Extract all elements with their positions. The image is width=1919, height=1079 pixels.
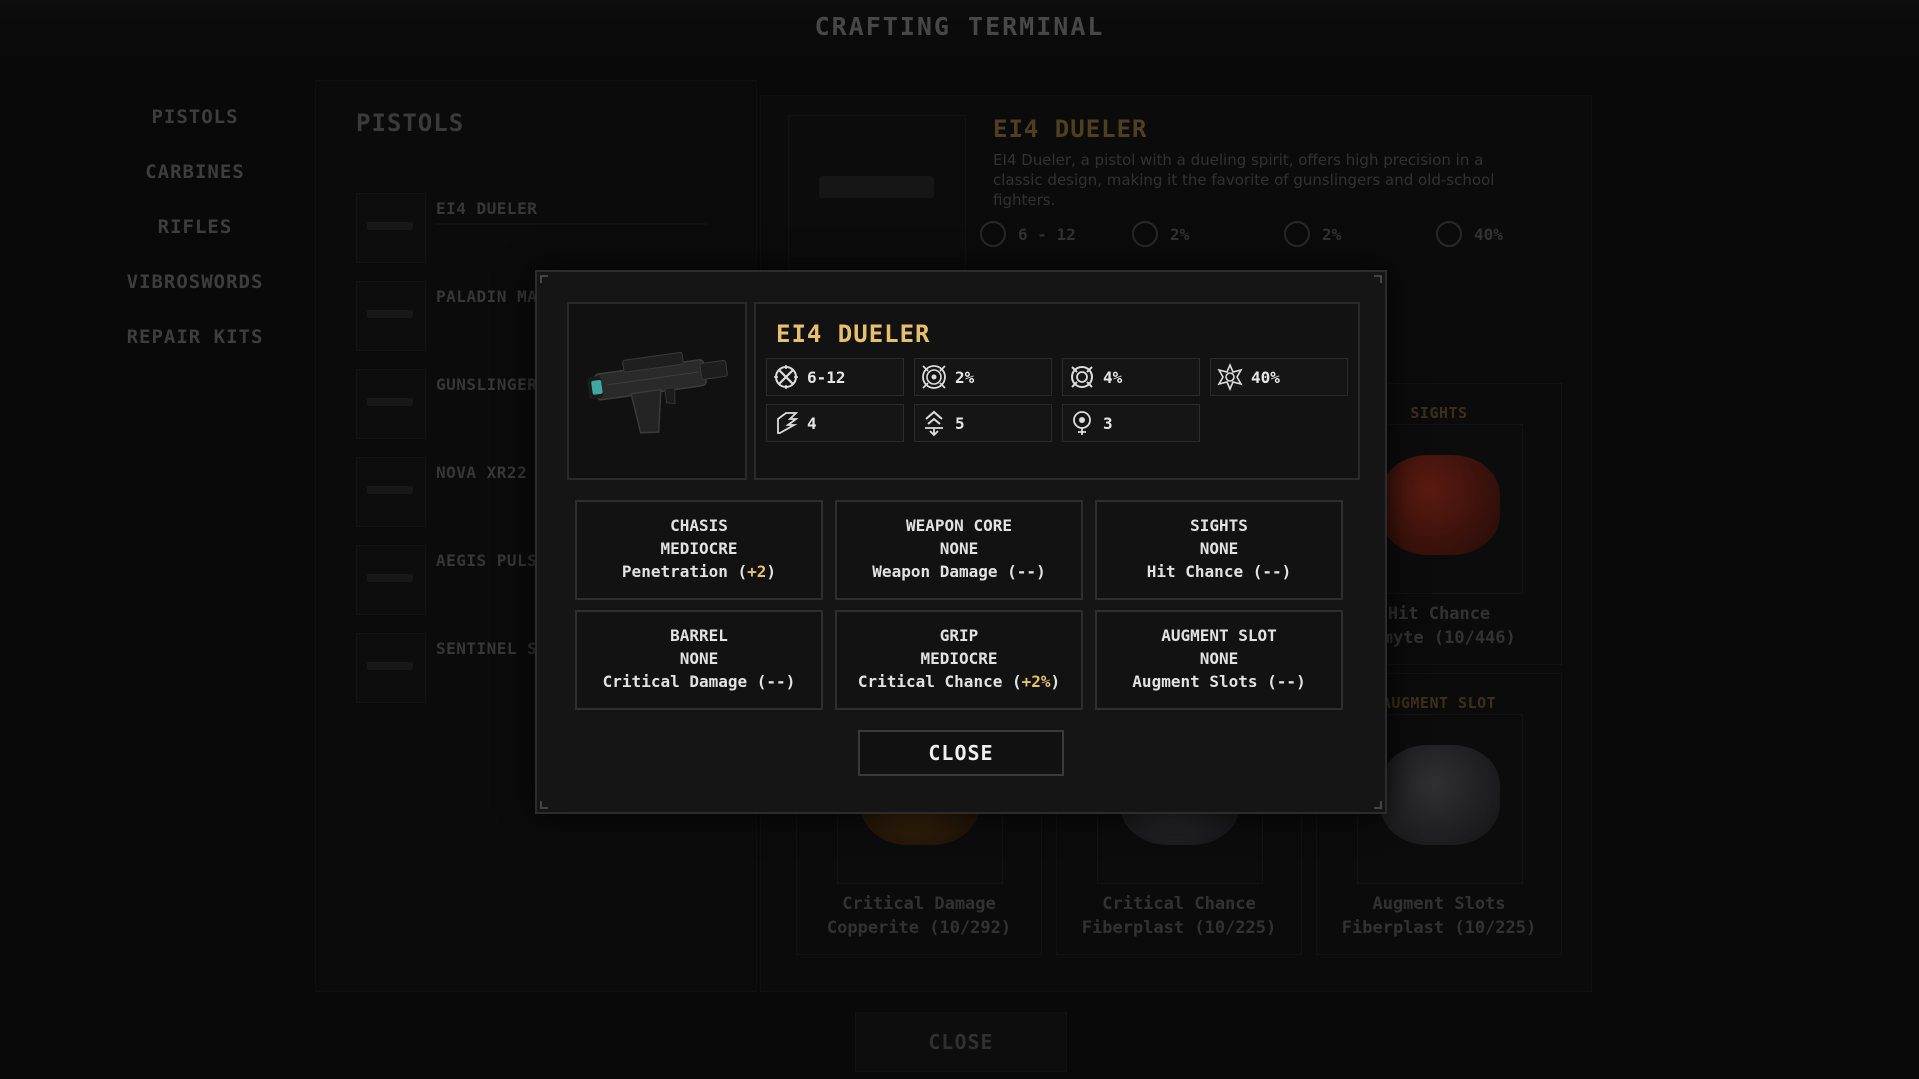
stat-critical-damage: 40% [1210, 358, 1348, 396]
weapon-info-panel: EI4 DUELER 6-12 2% 4% 40% 4 5 3 [754, 302, 1360, 480]
part-name: BARREL [670, 626, 728, 645]
part-stat: Critical Chance [857, 672, 1003, 691]
part-name: SIGHTS [1190, 516, 1248, 535]
part-stat-line: Penetration (+2) [621, 562, 777, 581]
stat-augment-slots: 3 [1062, 404, 1200, 442]
stat-value: 3 [1103, 413, 1113, 433]
part-bonus: +2 [747, 562, 767, 581]
stat-value: 4% [1103, 367, 1123, 387]
part-name: CHASIS [670, 516, 728, 535]
stat-value: 2% [955, 367, 975, 387]
stat-value: 6-12 [807, 367, 846, 387]
augment-slots-icon [1063, 405, 1101, 441]
part-name: GRIP [939, 626, 979, 645]
stat-value: 4 [807, 413, 817, 433]
part-bonus: -- [766, 672, 786, 691]
part-quality: MEDIOCRE [660, 539, 738, 558]
critical-damage-icon [1211, 359, 1249, 395]
weapon-inspect-modal: EI4 DUELER 6-12 2% 4% 40% 4 5 3 CHASIS M… [535, 270, 1387, 814]
part-stat: Augment Slots [1132, 672, 1258, 691]
part-stat: Hit Chance [1146, 562, 1244, 581]
part-barrel[interactable]: BARREL NONE Critical Damage (--) [575, 610, 823, 710]
part-augment-slot[interactable]: AUGMENT SLOT NONE Augment Slots (--) [1095, 610, 1343, 710]
modal-weapon-title: EI4 DUELER [776, 320, 931, 348]
modal-close-button[interactable]: CLOSE [858, 730, 1064, 776]
pistol-icon [586, 351, 728, 434]
part-grip[interactable]: GRIP MEDIOCRE Critical Chance (+2%) [835, 610, 1083, 710]
part-stat-line: Critical Damage (--) [602, 672, 796, 691]
part-chasis[interactable]: CHASIS MEDIOCRE Penetration (+2) [575, 500, 823, 600]
part-quality: NONE [1199, 539, 1239, 558]
penetration-icon [767, 405, 805, 441]
stat-penetration: 4 [766, 404, 904, 442]
part-quality: NONE [1199, 649, 1239, 668]
part-stat-line: Hit Chance (--) [1146, 562, 1292, 581]
stat-value: 5 [955, 413, 965, 433]
stat-critical-chance: 2% [914, 358, 1052, 396]
part-sights[interactable]: SIGHTS NONE Hit Chance (--) [1095, 500, 1343, 600]
part-bonus: -- [1016, 562, 1037, 581]
stat-hit-chance: 4% [1062, 358, 1200, 396]
part-stat: Critical Damage [602, 672, 748, 691]
stat-value: 40% [1251, 367, 1280, 387]
part-bonus: +2% [1021, 672, 1051, 691]
part-stat: Weapon Damage [872, 562, 998, 581]
part-bonus: -- [1262, 562, 1282, 581]
part-stat-line: Augment Slots (--) [1132, 672, 1306, 691]
critical-chance-icon [915, 359, 953, 395]
stat-range: 5 [914, 404, 1052, 442]
part-quality: MEDIOCRE [920, 649, 998, 668]
hit-chance-icon [1063, 359, 1101, 395]
part-name: AUGMENT SLOT [1161, 626, 1277, 645]
stat-damage: 6-12 [766, 358, 904, 396]
part-stat: Penetration [621, 562, 728, 581]
weapon-image [567, 302, 747, 480]
part-name: WEAPON CORE [906, 516, 1012, 535]
part-stat-line: Weapon Damage (--) [872, 562, 1046, 581]
part-stat-line: Critical Chance (+2%) [857, 672, 1061, 691]
part-bonus: -- [1276, 672, 1297, 691]
part-weapon-core[interactable]: WEAPON CORE NONE Weapon Damage (--) [835, 500, 1083, 600]
part-quality: NONE [939, 539, 979, 558]
damage-icon [767, 359, 805, 395]
part-quality: NONE [679, 649, 719, 668]
range-icon [915, 405, 953, 441]
